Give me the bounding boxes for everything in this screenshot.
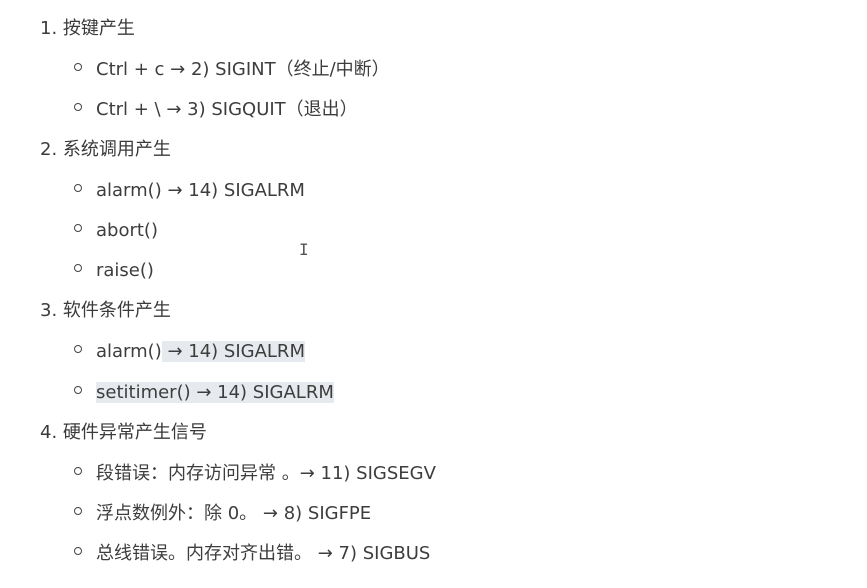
item-text: 浮点数例外：除 0。 → 8) SIGFPE [96,503,372,524]
item-text: 段错误：内存访问异常 。→ 11) SIGSEGV [96,463,436,484]
highlighted-text: → 14) SIGALRM [161,341,305,362]
list-item: abort() [74,218,158,244]
bullet-icon [74,547,82,555]
bullet-icon [74,264,82,272]
item-text: alarm() [96,341,162,362]
section-title-4: 4. 硬件异常产生信号 [40,422,207,443]
list-item: setitimer() → 14) SIGALRM [74,380,334,406]
bullet-icon [74,467,82,475]
list-item: raise() [74,258,154,284]
bullet-icon [74,224,82,232]
highlighted-text: setitimer() → 14) SIGALRM [96,382,334,403]
list-item: Ctrl + c → 2) SIGINT（终止/中断） [74,57,390,83]
item-text: alarm() → 14) SIGALRM [96,180,305,201]
item-text: 总线错误。内存对齐出错。 → 7) SIGBUS [96,543,431,564]
list-item: 浮点数例外：除 0。 → 8) SIGFPE [74,501,371,527]
bullet-icon [74,345,82,353]
item-text: abort() [96,220,158,241]
list-item: 总线错误。内存对齐出错。 → 7) SIGBUS [74,541,430,567]
item-text: raise() [96,260,154,281]
list-item: alarm() → 14) SIGALRM [74,178,305,204]
section-title-1: 1. 按键产生 [40,18,135,39]
bullet-icon [74,507,82,515]
bullet-icon [74,184,82,192]
item-text: Ctrl + \ → 3) SIGQUIT（退出） [96,99,358,120]
bullet-icon [74,63,82,71]
list-item: Ctrl + \ → 3) SIGQUIT（退出） [74,97,358,123]
item-text: Ctrl + c → 2) SIGINT（终止/中断） [96,59,390,80]
list-item: 段错误：内存访问异常 。→ 11) SIGSEGV [74,461,436,487]
bullet-icon [74,103,82,111]
bullet-icon [74,386,82,394]
document: 1. 按键产生 Ctrl + c → 2) SIGINT（终止/中断） Ctrl… [0,0,867,588]
text-cursor-icon: I [299,240,309,259]
section-title-3: 3. 软件条件产生 [40,300,171,321]
list-item: alarm() → 14) SIGALRM [74,339,305,365]
section-title-2: 2. 系统调用产生 [40,139,171,160]
